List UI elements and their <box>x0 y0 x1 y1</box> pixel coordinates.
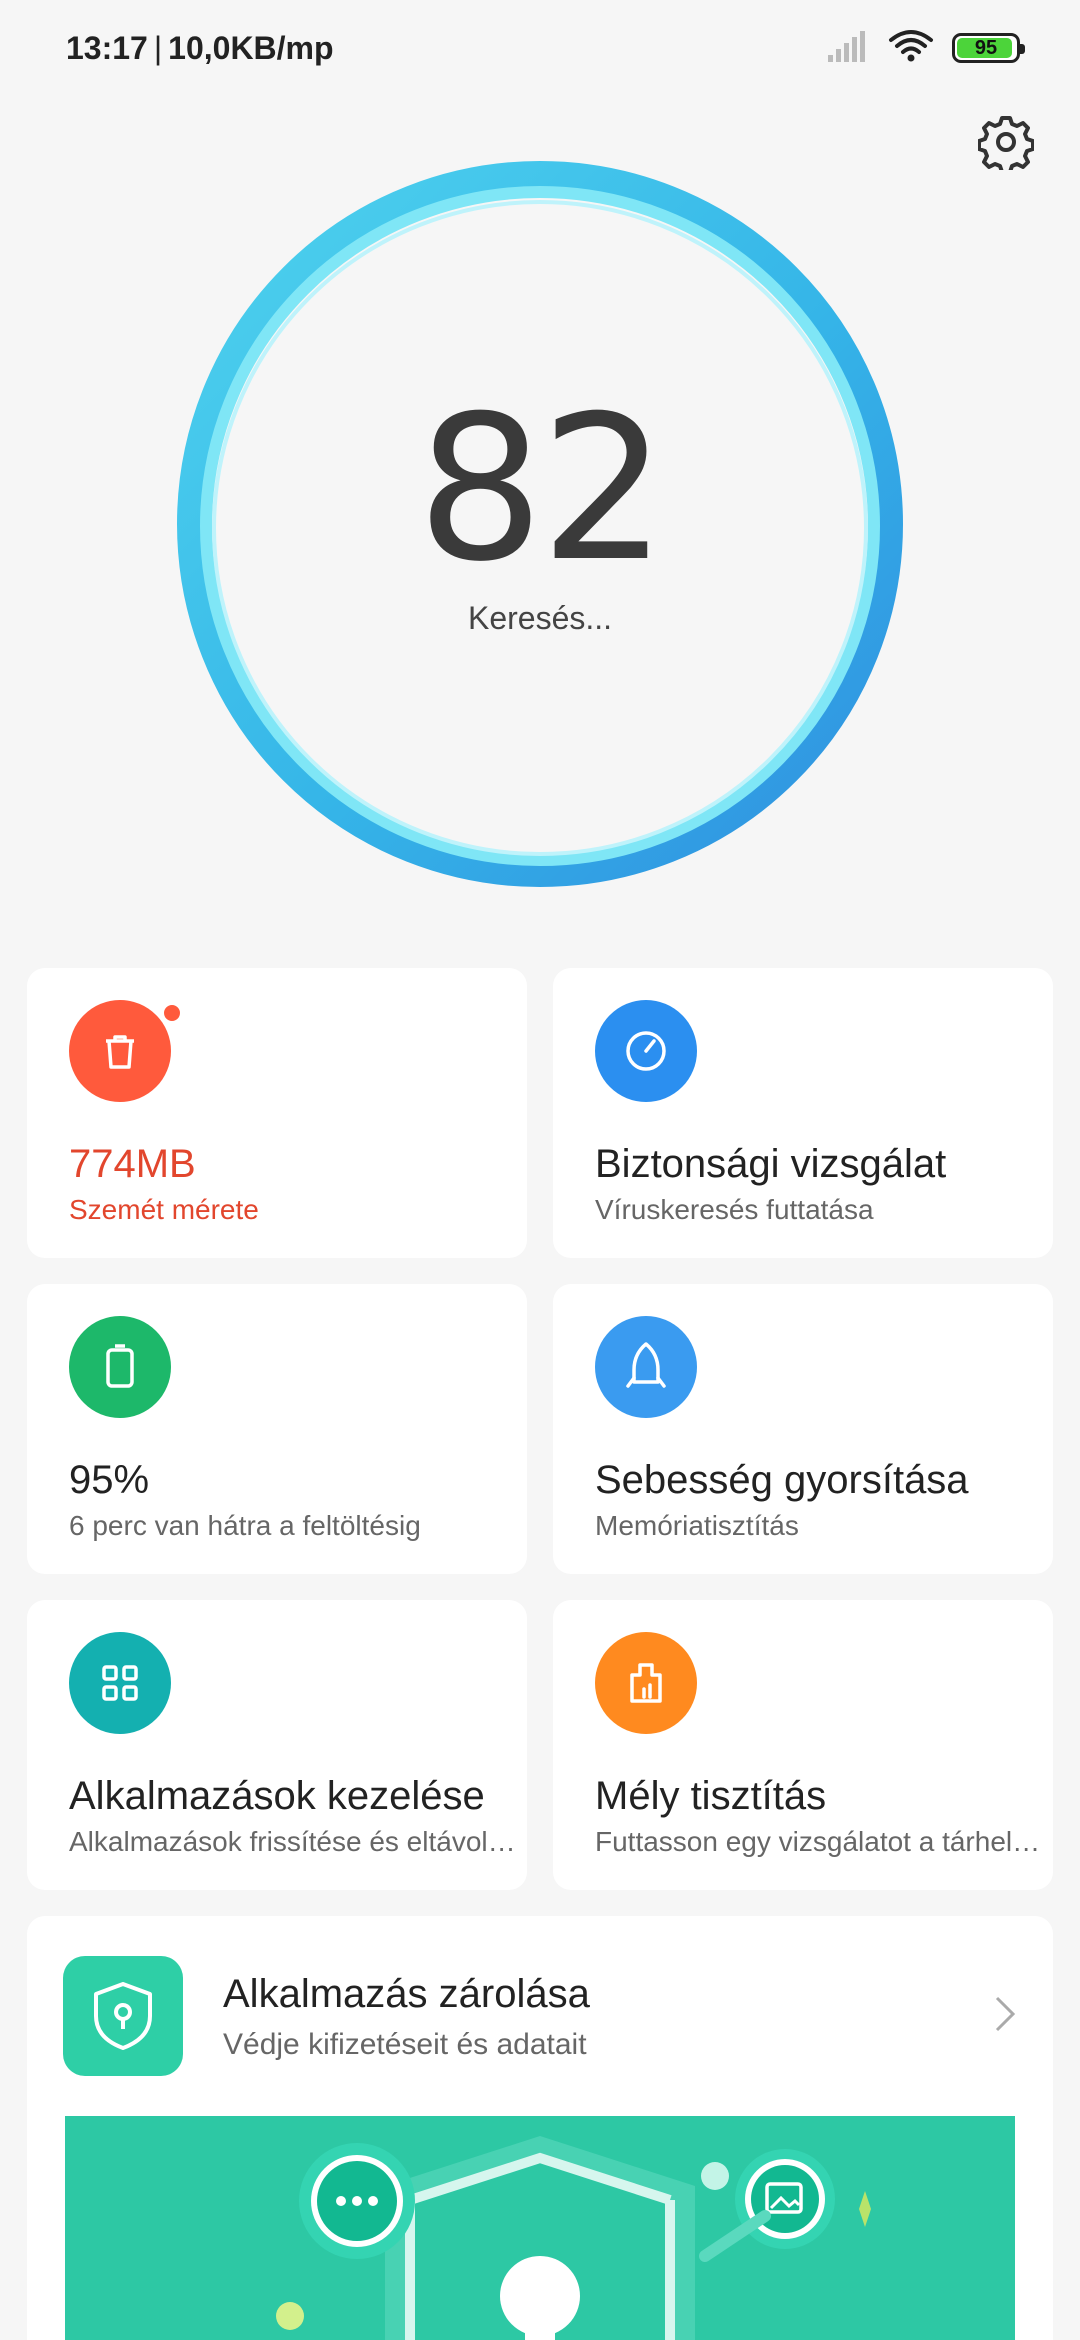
apps-grid-icon <box>69 1632 171 1734</box>
card-subtitle: Víruskeresés futtatása <box>595 1194 874 1225</box>
signal-icon <box>826 29 870 68</box>
card-subtitle: 6 perc van hátra a feltöltésig <box>69 1510 421 1541</box>
card-title: Mély tisztítás <box>595 1774 827 1818</box>
gauge-icon <box>595 1000 697 1102</box>
battery-card[interactable]: 95% 6 perc van hátra a feltöltésig <box>27 1284 527 1574</box>
network-speed: 10,0KB/mp <box>168 29 334 66</box>
status-right: 95 <box>826 28 1025 69</box>
settings-button[interactable] <box>976 112 1036 172</box>
card-title: 95% <box>69 1458 150 1502</box>
card-subtitle: Memóriatisztítás <box>595 1510 799 1541</box>
app-lock-subtitle: Védje kifizetéseit és adatait <box>223 2028 587 2061</box>
card-subtitle: Alkalmazások frissítése és eltávolítása <box>69 1826 519 1857</box>
card-title: Sebesség gyorsítása <box>595 1458 969 1502</box>
chevron-right-icon <box>993 1994 1017 2039</box>
manage-apps-card[interactable]: Alkalmazások kezelése Alkalmazások friss… <box>27 1600 527 1890</box>
status-separator: | <box>153 29 163 66</box>
rocket-icon <box>595 1316 697 1418</box>
gear-icon <box>978 116 1034 170</box>
security-scan-card[interactable]: Biztonsági vizsgálat Víruskeresés futtat… <box>553 968 1053 1258</box>
status-bar: 13:17 | 10,0KB/mp 95 <box>0 0 1080 96</box>
status-time: 13:17 <box>66 29 148 66</box>
app-lock-title: Alkalmazás zárolása <box>223 1972 590 2016</box>
trash-icon <box>69 1000 171 1102</box>
broom-icon <box>595 1632 697 1734</box>
status-left: 13:17 | 10,0KB/mp <box>66 30 334 67</box>
score-ring: 82 Keresés... <box>176 160 904 888</box>
wifi-icon <box>888 28 934 69</box>
junk-card[interactable]: 774MB Szemét mérete <box>27 968 527 1258</box>
scan-status: Keresés... <box>467 600 613 636</box>
score-value: 82 <box>416 373 668 606</box>
notification-dot <box>161 1002 183 1024</box>
card-subtitle: Futtasson egy vizsgálatot a tárhelyen <box>595 1826 1045 1857</box>
app-lock-banner <box>65 2116 1015 2340</box>
card-title: Alkalmazások kezelése <box>69 1774 485 1818</box>
card-subtitle: Szemét mérete <box>69 1194 259 1225</box>
battery-level: 95 <box>974 36 998 59</box>
deep-clean-card[interactable]: Mély tisztítás Futtasson egy vizsgálatot… <box>553 1600 1053 1890</box>
battery-icon <box>69 1316 171 1418</box>
shield-lock-icon <box>63 1956 183 2076</box>
card-title: 774MB <box>69 1142 196 1186</box>
app-lock-card[interactable]: Alkalmazás zárolása Védje kifizetéseit é… <box>27 1916 1053 2340</box>
speed-boost-card[interactable]: Sebesség gyorsítása Memóriatisztítás <box>553 1284 1053 1574</box>
battery-icon: 95 <box>952 33 1025 63</box>
card-title: Biztonsági vizsgálat <box>595 1142 947 1186</box>
